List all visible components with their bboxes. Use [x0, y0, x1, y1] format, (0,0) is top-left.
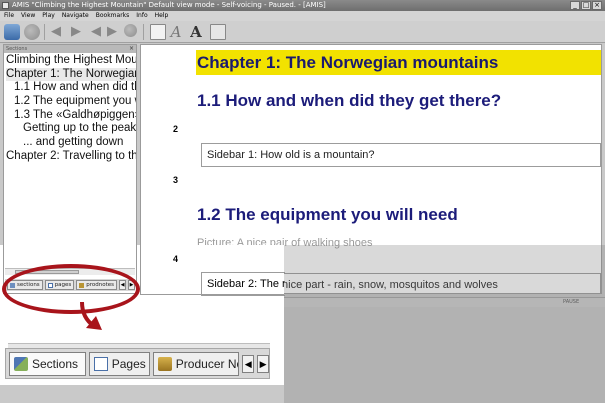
chapter-heading[interactable]: Chapter 1: The Norwegian mountains [196, 50, 601, 75]
window-title: AMIS "Climbing the Highest Mountain" Def… [12, 1, 326, 9]
tab-producer-notes[interactable]: Producer No [152, 351, 240, 376]
menu-bar: File View Play Navigate Bookmarks Info H… [0, 11, 605, 21]
toolbar: ◀ ▶ ◀ ▶ A A [0, 21, 605, 43]
refresh-icon[interactable] [124, 24, 137, 37]
title-bar: AMIS "Climbing the Highest Mountain" Def… [0, 0, 605, 11]
tree-item[interactable]: Chapter 1: The Norwegian mountains [6, 67, 136, 82]
close-icon[interactable]: × [129, 45, 134, 53]
open-icon[interactable] [4, 24, 20, 40]
tree-item[interactable]: 1.2 The equipment you will need [6, 95, 136, 109]
toolbar-separator [44, 24, 45, 40]
tab-scroll-left-button[interactable]: ◀ [242, 354, 255, 373]
menu-help[interactable]: Help [155, 11, 169, 21]
document-icon[interactable] [150, 24, 166, 40]
tree-item[interactable]: Getting up to the peak [6, 122, 136, 136]
nav-pane-header: Sections × [4, 45, 136, 53]
menu-view[interactable]: View [21, 11, 35, 21]
tab-label: Pages [111, 356, 146, 371]
settings-icon[interactable] [210, 24, 226, 40]
menu-play[interactable]: Play [42, 11, 55, 21]
document-view-lower: 4 Sidebar 2: The nice part - rain, snow,… [140, 245, 285, 296]
tab-label: Sections [32, 356, 79, 371]
window-controls: _ □ × [570, 1, 602, 10]
dim-overlay [284, 245, 605, 403]
menu-bookmarks[interactable]: Bookmarks [96, 11, 130, 21]
toolbar-separator [143, 24, 144, 40]
callout-arrow-icon [80, 301, 102, 330]
next-icon[interactable]: ▶ [68, 24, 84, 40]
sidebar-box[interactable]: Sidebar 1: How old is a mountain? [201, 143, 601, 167]
tree-item[interactable]: ... and getting down [6, 136, 136, 150]
fast-back-icon[interactable]: ◀ [88, 24, 104, 40]
tree-item[interactable]: 1.3 The «Galdhøpiggen» experience [6, 109, 136, 123]
close-button[interactable]: × [592, 1, 602, 10]
section-heading[interactable]: 1.1 How and when did they get there? [197, 91, 501, 111]
tab-sections[interactable]: Sections [9, 351, 86, 376]
highlight-ellipse [2, 264, 140, 314]
menu-file[interactable]: File [4, 11, 14, 21]
zoomed-tab-strip: Sections Pages Producer No ◀ ▶ [5, 348, 270, 379]
tab-label: Producer No [175, 356, 240, 371]
page-number: 2 [173, 124, 179, 134]
tree-item[interactable]: 1.1 How and when did they get there? [6, 81, 136, 95]
fast-forward-icon[interactable]: ▶ [104, 24, 120, 40]
sidebar-box[interactable]: Sidebar 2: The nice part - rain, snow, m… [201, 272, 285, 296]
menu-info[interactable]: Info [136, 11, 147, 21]
tree-item[interactable]: Climbing the Highest Mountain [6, 54, 136, 68]
nav-pane-title: Sections [6, 46, 28, 52]
font-larger-icon[interactable]: A [188, 24, 204, 40]
previous-icon[interactable]: ◀ [48, 24, 64, 40]
page-number: 4 [173, 254, 179, 264]
font-smaller-icon[interactable]: A [168, 24, 184, 40]
maximize-button[interactable]: □ [581, 1, 591, 10]
section-tree: Climbing the Highest Mountain Chapter 1:… [6, 54, 136, 273]
menu-navigate[interactable]: Navigate [62, 11, 89, 21]
pages-icon [93, 356, 108, 371]
section-heading[interactable]: 1.2 The equipment you will need [197, 205, 458, 225]
tab-scroll-right-button[interactable]: ▶ [257, 354, 269, 373]
page-number: 3 [173, 175, 179, 185]
app-icon [2, 2, 9, 9]
minimize-button[interactable]: _ [570, 1, 580, 10]
recent-icon[interactable] [24, 24, 40, 40]
tab-pages[interactable]: Pages [88, 351, 150, 376]
sections-icon [14, 356, 28, 371]
producer-notes-icon [157, 356, 172, 371]
tree-item[interactable]: Chapter 2: Travelling to the mountains [6, 150, 136, 164]
